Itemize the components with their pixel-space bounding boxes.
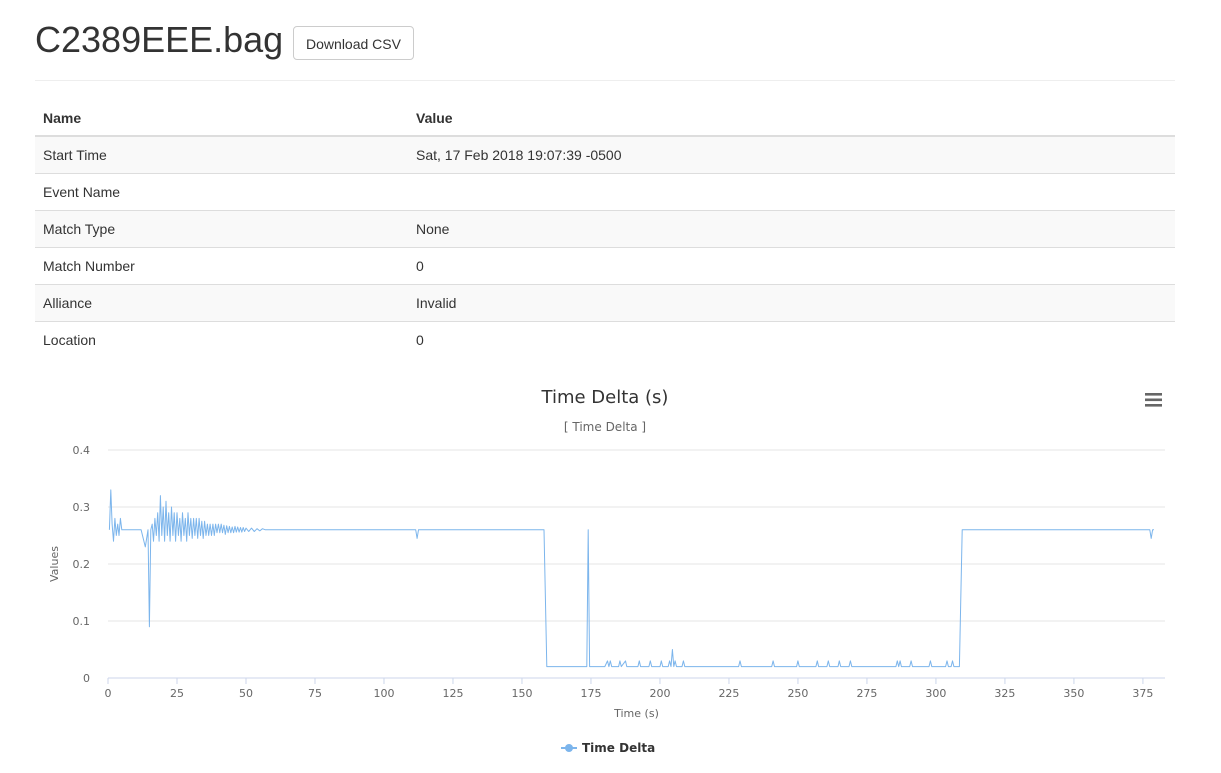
page-header: C2389EEE.bag Download CSV — [35, 16, 1175, 81]
cell-name: Location — [35, 321, 408, 358]
table-row: Location 0 — [35, 321, 1175, 358]
x-tick-label: 125 — [442, 687, 463, 700]
y-tick-label: 0.4 — [73, 444, 91, 457]
x-tick-label: 75 — [308, 687, 322, 700]
y-axis-title: Values — [48, 546, 61, 582]
x-axis-title: Time (s) — [613, 707, 659, 720]
cell-value: Invalid — [408, 284, 1175, 322]
table-header-row: Name Value — [35, 100, 1175, 137]
cell-name: Match Number — [35, 247, 408, 285]
x-tick-label: 325 — [994, 687, 1015, 700]
y-tick-label: 0.2 — [73, 558, 91, 571]
table-row: Event Name — [35, 173, 1175, 211]
hamburger-menu-icon[interactable] — [1144, 391, 1164, 409]
cell-value: 0 — [408, 247, 1175, 285]
x-tick-label: 50 — [239, 687, 253, 700]
series-line-time-delta — [108, 489, 1154, 668]
time-delta-chart: Time Delta (s) [ Time Delta ] Values Tim… — [35, 378, 1180, 768]
y-tick-label: 0.1 — [73, 615, 91, 628]
table-row: Match Number 0 — [35, 247, 1175, 285]
page-title: C2389EEE.bag — [35, 19, 284, 60]
x-tick-label: 0 — [105, 687, 112, 700]
chart-svg: Time Delta (s) [ Time Delta ] Values Tim… — [48, 387, 1165, 755]
chart-subtitle: [ Time Delta ] — [564, 420, 646, 434]
x-tick-label: 250 — [787, 687, 808, 700]
y-tick-label: 0 — [83, 672, 90, 685]
cell-name: Alliance — [35, 284, 408, 322]
column-header-name: Name — [35, 100, 408, 137]
cell-value: None — [408, 210, 1175, 248]
y-tick-label: 0.3 — [73, 501, 91, 514]
metadata-table: Name Value Start Time Sat, 17 Feb 2018 1… — [35, 100, 1175, 358]
column-header-value: Value — [408, 100, 1175, 137]
x-tick-label: 200 — [649, 687, 670, 700]
x-tick-label: 375 — [1132, 687, 1153, 700]
x-axis-ticks: 0 25 50 75 100 125 150 175 200 225 250 275 300 325 350… — [105, 678, 1153, 700]
x-tick-label: 100 — [373, 687, 394, 700]
cell-value: Sat, 17 Feb 2018 19:07:39 -0500 — [408, 136, 1175, 174]
y-axis-ticks: 0 0.1 0.2 0.3 0.4 — [73, 444, 91, 685]
legend-label: Time Delta — [582, 741, 655, 755]
x-tick-label: 150 — [511, 687, 532, 700]
chart-title: Time Delta (s) — [541, 387, 669, 408]
download-csv-button[interactable]: Download CSV — [293, 26, 414, 60]
x-tick-label: 225 — [718, 687, 739, 700]
legend-marker — [565, 744, 573, 752]
x-tick-label: 275 — [856, 687, 877, 700]
cell-value — [408, 173, 1175, 211]
table-row: Match Type None — [35, 210, 1175, 248]
x-tick-label: 25 — [170, 687, 184, 700]
cell-name: Start Time — [35, 136, 408, 174]
cell-name: Match Type — [35, 210, 408, 248]
series-layer — [108, 489, 1154, 668]
table-row: Start Time Sat, 17 Feb 2018 19:07:39 -05… — [35, 136, 1175, 174]
cell-name: Event Name — [35, 173, 408, 211]
x-tick-label: 350 — [1063, 687, 1084, 700]
chart-grid — [108, 449, 1165, 679]
x-tick-label: 175 — [580, 687, 601, 700]
x-tick-label: 300 — [925, 687, 946, 700]
chart-legend[interactable]: Time Delta — [561, 741, 655, 755]
cell-value: 0 — [408, 321, 1175, 358]
table-row: Alliance Invalid — [35, 284, 1175, 322]
